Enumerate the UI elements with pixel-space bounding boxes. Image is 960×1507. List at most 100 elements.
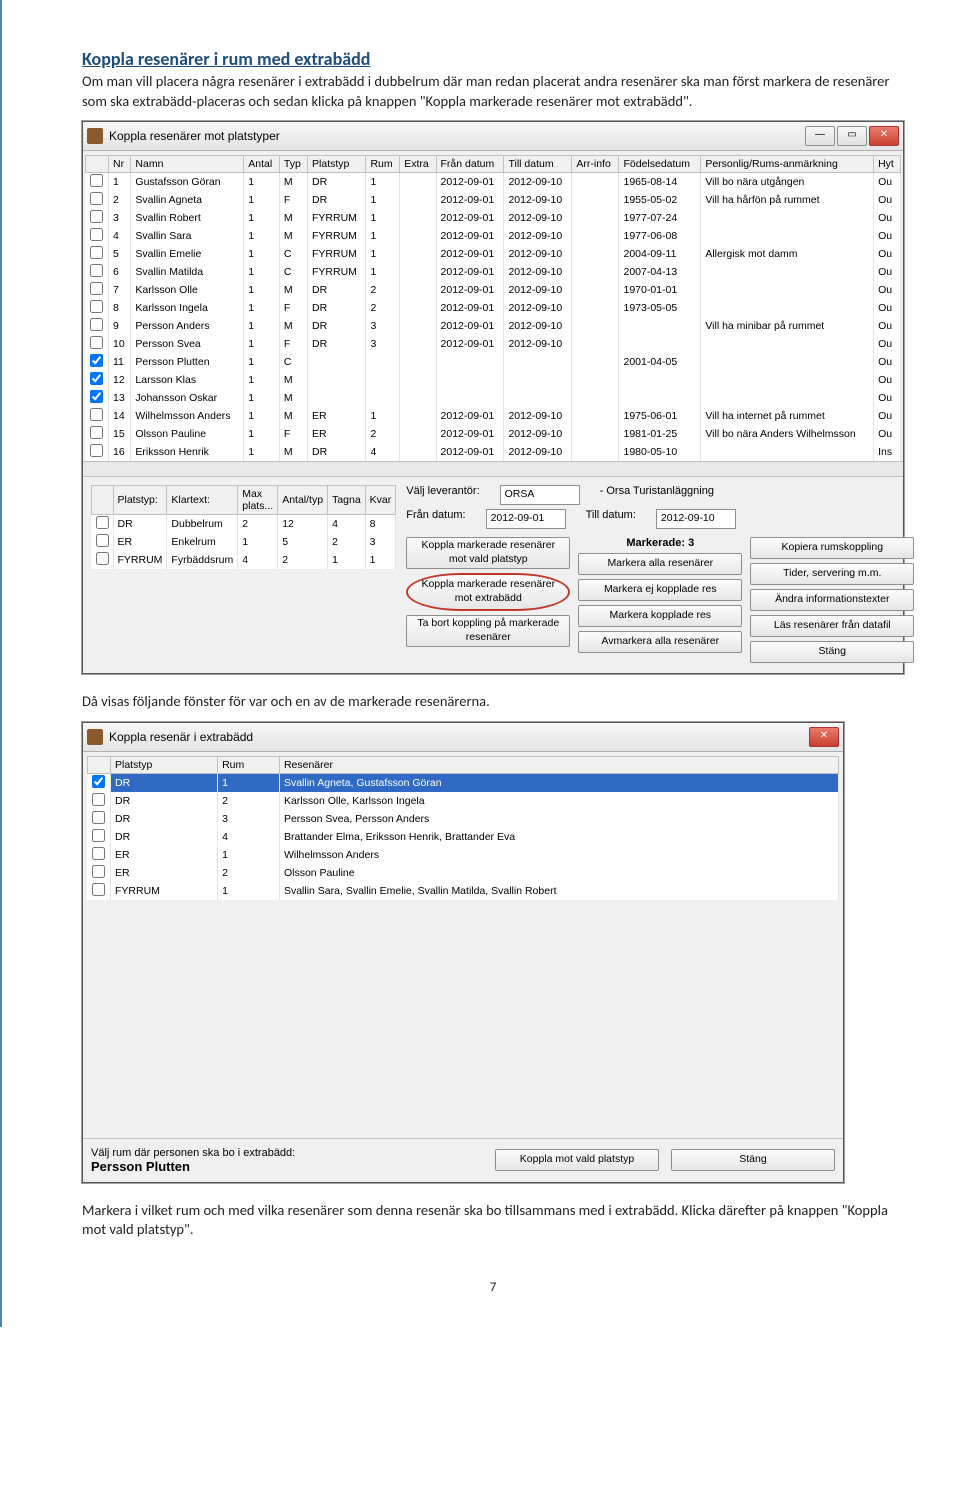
section-title: Koppla resenärer i rum med extrabädd [82,48,904,70]
column-header[interactable]: Namn [131,156,244,173]
page-number: 7 [82,1280,904,1295]
travellers-table[interactable]: NrNamnAntalTypPlatstypRumExtraFrån datum… [85,155,901,461]
from-date-field[interactable]: 2012-09-01 [486,509,566,529]
column-header[interactable]: Nr [109,156,131,173]
table-row[interactable]: 5Svallin Emelie1CFYRRUM12012-09-012012-0… [86,245,901,263]
action-button[interactable]: Kopiera rumskoppling [750,537,914,559]
column-header[interactable]: Till datum [504,156,572,173]
action-button[interactable]: Markera ej kopplade res [578,579,742,601]
stang-button[interactable]: Stäng [671,1149,835,1171]
table-row[interactable]: 3Svallin Robert1MFYRRUM12012-09-012012-0… [86,209,901,227]
window-title: Koppla resenärer mot platstyper [109,129,805,143]
action-button[interactable]: Markera alla resenärer [578,553,742,575]
action-button[interactable]: Ta bort koppling på markerade resenärer [406,615,570,647]
column-header[interactable]: Arr-info [572,156,619,173]
row-checkbox[interactable] [90,300,103,313]
table-row[interactable]: 14Wilhelmsson Anders1MER12012-09-012012-… [86,407,901,425]
row-checkbox[interactable] [90,228,103,241]
action-button[interactable]: Ändra informationstexter [750,589,914,611]
table-row[interactable]: 16Eriksson Henrik1MDR42012-09-012012-09-… [86,443,901,461]
row-checkbox[interactable] [90,192,103,205]
table-row[interactable]: 6Svallin Matilda1CFYRRUM12012-09-012012-… [86,263,901,281]
table-row[interactable]: 4Svallin Sara1MFYRRUM12012-09-012012-09-… [86,227,901,245]
action-button[interactable]: Tider, servering m.m. [750,563,914,585]
action-button[interactable]: Koppla markerade resenärer mot extrabädd [406,573,570,611]
room-checkbox[interactable] [92,811,105,824]
platstyp-checkbox[interactable] [96,552,109,565]
column-header[interactable]: Platstyp [111,756,218,773]
room-checkbox[interactable] [92,865,105,878]
column-header[interactable]: Typ [279,156,307,173]
action-button[interactable]: Avmarkera alla resenärer [578,631,742,653]
minimize-button[interactable]: — [805,126,835,146]
row-checkbox[interactable] [90,210,103,223]
titlebar: Koppla resenärer mot platstyper — ▭ ✕ [83,122,903,151]
column-header[interactable]: Platstyp [308,156,366,173]
column-header[interactable]: Födelsedatum [619,156,701,173]
column-header[interactable]: Extra [400,156,436,173]
table-row[interactable]: 8Karlsson Ingela1FDR22012-09-012012-09-1… [86,299,901,317]
room-checkbox[interactable] [92,847,105,860]
row-checkbox[interactable] [90,390,103,403]
room-row[interactable]: FYRRUM1Svallin Sara, Svallin Emelie, Sva… [88,882,839,900]
to-date-field[interactable]: 2012-09-10 [656,509,736,529]
column-header[interactable]: Från datum [436,156,504,173]
platstyp-checkbox[interactable] [96,516,109,529]
app-icon [87,729,103,745]
room-row[interactable]: DR4Brattander Elma, Eriksson Henrik, Bra… [88,828,839,846]
table-row[interactable]: 9Persson Anders1MDR32012-09-012012-09-10… [86,317,901,335]
row-checkbox[interactable] [90,282,103,295]
table-row[interactable]: 15Olsson Pauline1FER22012-09-012012-09-1… [86,425,901,443]
row-checkbox[interactable] [90,246,103,259]
column-header[interactable]: Rum [366,156,400,173]
column-header[interactable]: Personlig/Rums-anmärkning [701,156,874,173]
room-checkbox[interactable] [92,793,105,806]
action-button[interactable]: Läs resenärer från datafil [750,615,914,637]
table-row[interactable]: 2Svallin Agneta1FDR12012-09-012012-09-10… [86,191,901,209]
room-checkbox[interactable] [92,883,105,896]
room-row[interactable]: DR3Persson Svea, Persson Anders [88,810,839,828]
platstyp-row[interactable]: EREnkelrum1523 [92,533,396,551]
table-row[interactable]: 10Persson Svea1FDR32012-09-012012-09-10O… [86,335,901,353]
row-checkbox[interactable] [90,318,103,331]
table-row[interactable]: 13Johansson Oskar1MOu [86,389,901,407]
rooms-table[interactable]: PlatstypRumResenärerDR1Svallin Agneta, G… [87,756,839,900]
maximize-button[interactable]: ▭ [837,126,867,146]
action-button[interactable]: Markera kopplade res [578,605,742,627]
platstyp-checkbox[interactable] [96,534,109,547]
row-checkbox[interactable] [90,444,103,457]
room-checkbox[interactable] [92,775,105,788]
row-checkbox[interactable] [90,408,103,421]
column-header[interactable]: Rum [218,756,280,773]
row-checkbox[interactable] [90,426,103,439]
table-row[interactable]: 12Larsson Klas1MOu [86,371,901,389]
room-row[interactable]: DR1Svallin Agneta, Gustafsson Göran [88,773,839,792]
platstyp-row[interactable]: DRDubbelrum21248 [92,515,396,534]
row-checkbox[interactable] [90,264,103,277]
row-checkbox[interactable] [90,174,103,187]
column-header[interactable]: Resenärer [279,756,838,773]
row-checkbox[interactable] [90,354,103,367]
marked-count: Markerade: 3 [578,537,742,549]
action-button[interactable]: Koppla markerade resenärer mot vald plat… [406,537,570,569]
choose-room-prompt: Välj rum där personen ska bo i extrabädd… [91,1147,295,1159]
supplier-field[interactable]: ORSA [500,485,580,505]
table-row[interactable]: 11Persson Plutten1C2001-04-05Ou [86,353,901,371]
table-row[interactable]: 1Gustafsson Göran1MDR12012-09-012012-09-… [86,173,901,192]
row-checkbox[interactable] [90,372,103,385]
koppla-button[interactable]: Koppla mot vald platstyp [495,1149,659,1171]
room-row[interactable]: ER1Wilhelmsson Anders [88,846,839,864]
row-checkbox[interactable] [90,336,103,349]
column-header[interactable]: Antal [244,156,280,173]
column-header[interactable]: Hyt [874,156,901,173]
close-button[interactable]: ✕ [809,727,839,747]
room-row[interactable]: ER2Olsson Pauline [88,864,839,882]
room-checkbox[interactable] [92,829,105,842]
close-button[interactable]: ✕ [869,126,899,146]
platstyp-row[interactable]: FYRRUMFyrbäddsrum4211 [92,551,396,569]
table-row[interactable]: 7Karlsson Olle1MDR22012-09-012012-09-101… [86,281,901,299]
action-buttons-col1: Koppla markerade resenärer mot vald plat… [406,535,570,665]
action-button[interactable]: Stäng [750,641,914,663]
horizontal-scrollbar[interactable] [83,461,903,476]
room-row[interactable]: DR2Karlsson Olle, Karlsson Ingela [88,792,839,810]
